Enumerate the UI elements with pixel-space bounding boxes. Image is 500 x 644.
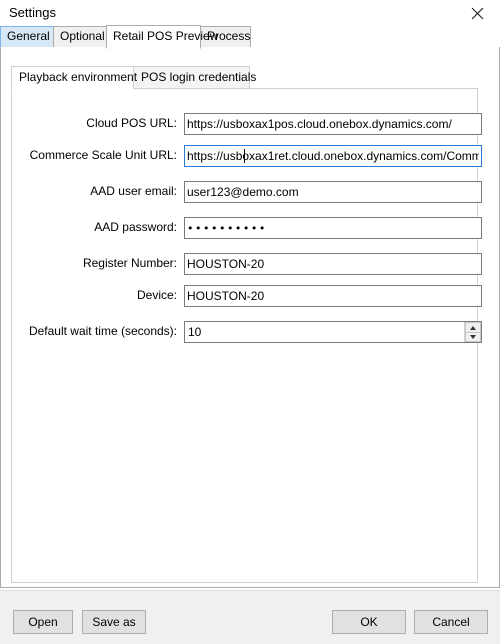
cancel-button[interactable]: Cancel [414, 610, 488, 634]
tab-retail-pos-preview[interactable]: Retail POS Preview [106, 25, 218, 49]
register-number-input[interactable] [184, 253, 482, 275]
default-wait-time-stepper[interactable]: 10 [184, 321, 482, 343]
tab-general[interactable]: General [0, 26, 54, 48]
outer-tab-strip: General Optional Retail POS Preview Proc… [0, 25, 500, 49]
text-caret [244, 149, 245, 163]
field-row-register-number: Register Number: [12, 253, 482, 275]
register-number-label: Register Number: [82, 256, 177, 270]
chevron-down-icon [470, 335, 476, 339]
title-bar: Settings [0, 0, 500, 26]
field-row-aad-password: AAD password: [12, 217, 482, 239]
aad-user-email-label: AAD user email: [90, 184, 177, 198]
stepper-decrement-button[interactable] [465, 332, 481, 342]
cloud-pos-url-input[interactable] [184, 113, 482, 135]
tab-optional-label: Optional [60, 29, 105, 43]
save-as-button[interactable]: Save as [82, 610, 146, 634]
default-wait-time-value: 10 [188, 325, 202, 339]
inner-tab-strip: Playback environment POS login credentia… [11, 66, 489, 90]
default-wait-time-label: Default wait time (seconds): [28, 324, 177, 338]
device-label: Device: [136, 288, 177, 302]
device-input[interactable] [184, 285, 482, 307]
stepper-increment-button[interactable] [465, 322, 481, 332]
aad-password-label: AAD password: [94, 220, 177, 234]
tab-playback-environment[interactable]: Playback environment [11, 66, 138, 90]
commerce-scale-unit-url-input[interactable] [184, 145, 482, 167]
commerce-scale-unit-url-label: Commerce Scale Unit URL: [29, 148, 177, 162]
field-row-cloud-pos-url: Cloud POS URL: [12, 113, 482, 135]
close-icon [471, 7, 484, 20]
tab-playback-environment-label: Playback environment [19, 70, 138, 84]
aad-password-input[interactable] [184, 217, 482, 239]
tab-general-label: General [7, 29, 50, 43]
window-title: Settings [9, 5, 56, 20]
cloud-pos-url-label: Cloud POS URL: [86, 116, 177, 130]
field-row-commerce-scale-unit-url: Commerce Scale Unit URL: [12, 145, 482, 167]
chevron-up-icon [470, 325, 476, 330]
tab-optional[interactable]: Optional [53, 26, 107, 48]
ok-button[interactable]: OK [332, 610, 406, 634]
open-button[interactable]: Open [13, 610, 73, 634]
inner-tab-page: Cloud POS URL: Commerce Scale Unit URL: … [11, 88, 482, 583]
stepper-buttons [464, 322, 481, 342]
dialog-button-bar: Open Save as OK Cancel [0, 590, 500, 644]
aad-user-email-input[interactable] [184, 181, 482, 203]
field-row-aad-user-email: AAD user email: [12, 181, 482, 203]
field-row-default-wait-time: Default wait time (seconds): 10 [12, 321, 482, 343]
field-row-device: Device: [12, 285, 482, 307]
tab-pos-login-credentials-label: POS login credentials [141, 70, 257, 84]
close-button[interactable] [454, 0, 500, 26]
tab-pos-login-credentials[interactable]: POS login credentials [133, 66, 256, 89]
tab-retail-pos-preview-label: Retail POS Preview [113, 29, 219, 43]
